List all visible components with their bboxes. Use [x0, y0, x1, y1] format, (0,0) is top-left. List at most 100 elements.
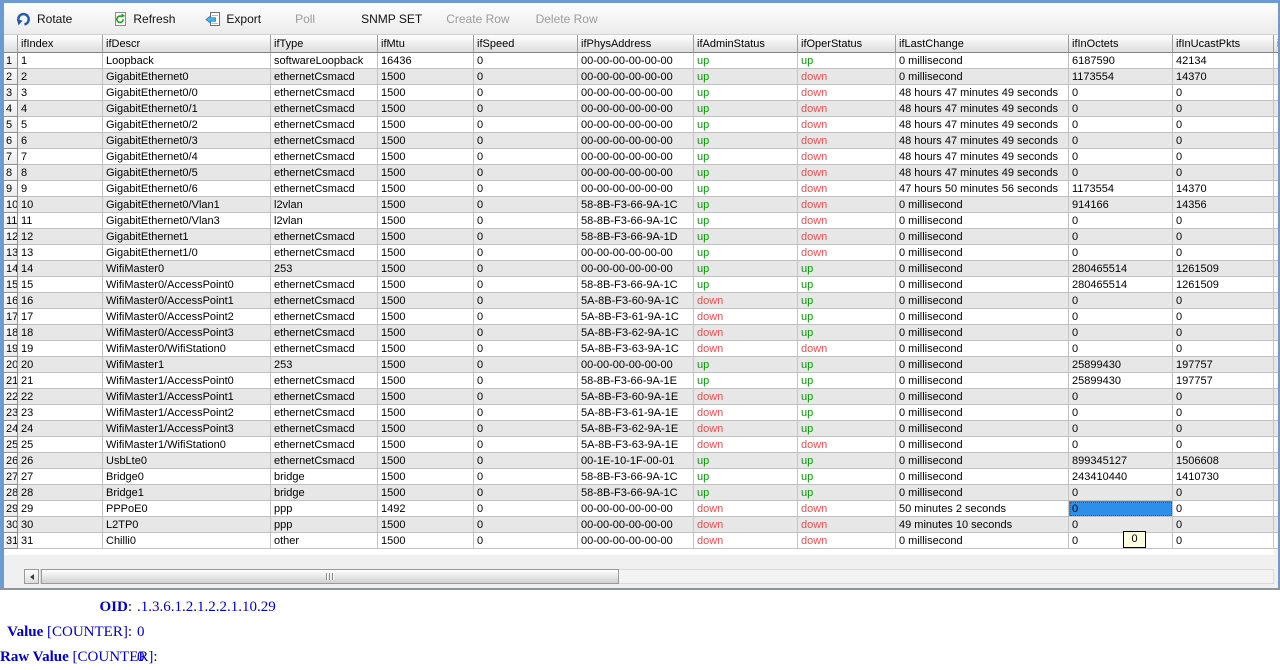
cell-ifInUcastPkts[interactable]: 0: [1173, 389, 1274, 405]
cell-ifType[interactable]: ethernetCsmacd: [271, 293, 378, 309]
cell-ifMtu[interactable]: 1500: [378, 533, 474, 549]
cell-ifIndex[interactable]: 17: [18, 309, 103, 325]
cell-ifDescr[interactable]: WifiMaster0/AccessPoint2: [103, 309, 271, 325]
cell-ifSpeed[interactable]: 0: [474, 501, 578, 517]
row-number-cell[interactable]: 29: [4, 501, 18, 517]
cell-ifLastChange[interactable]: 48 hours 47 minutes 49 seconds: [896, 133, 1069, 149]
cell-ifType[interactable]: ethernetCsmacd: [271, 69, 378, 85]
cell-ifInOctets[interactable]: 25899430: [1069, 357, 1173, 373]
cell-ifDescr[interactable]: GigabitEthernet0/Vlan1: [103, 197, 271, 213]
cell-ifSpeed[interactable]: 0: [474, 245, 578, 261]
cell-ifInOctets[interactable]: 0: [1069, 213, 1173, 229]
cell-ifPhysAddress[interactable]: 5A-8B-F3-60-9A-1E: [578, 389, 694, 405]
cell-ifLastChange[interactable]: 48 hours 47 minutes 49 seconds: [896, 165, 1069, 181]
cell-ifOperStatus[interactable]: up: [798, 261, 896, 277]
horizontal-scrollbar[interactable]: [24, 569, 1274, 584]
cell-col13[interactable]: [1274, 469, 1278, 485]
cell-ifInOctets[interactable]: 1173554: [1069, 181, 1173, 197]
cell-ifIndex[interactable]: 18: [18, 325, 103, 341]
row-number-cell[interactable]: 31: [4, 533, 18, 549]
cell-ifInUcastPkts[interactable]: 0: [1173, 485, 1274, 501]
cell-ifInUcastPkts[interactable]: 197757: [1173, 357, 1274, 373]
cell-ifType[interactable]: ethernetCsmacd: [271, 85, 378, 101]
cell-ifMtu[interactable]: 1500: [378, 245, 474, 261]
cell-ifPhysAddress[interactable]: 5A-8B-F3-62-9A-1C: [578, 325, 694, 341]
cell-ifPhysAddress[interactable]: 58-8B-F3-66-9A-1C: [578, 197, 694, 213]
cell-ifInOctets[interactable]: 0: [1069, 485, 1173, 501]
cell-ifOperStatus[interactable]: down: [798, 533, 896, 549]
cell-ifMtu[interactable]: 1500: [378, 517, 474, 533]
row-number-cell[interactable]: 24: [4, 421, 18, 437]
cell-col13[interactable]: [1274, 357, 1278, 373]
cell-ifMtu[interactable]: 1492: [378, 501, 474, 517]
cell-ifMtu[interactable]: 1500: [378, 101, 474, 117]
row-number-cell[interactable]: 2: [4, 69, 18, 85]
cell-col13[interactable]: [1274, 261, 1278, 277]
row-number-cell[interactable]: 4: [4, 101, 18, 117]
cell-ifInOctets[interactable]: 0: [1069, 117, 1173, 133]
cell-ifIndex[interactable]: 9: [18, 181, 103, 197]
cell-ifMtu[interactable]: 1500: [378, 261, 474, 277]
cell-ifInUcastPkts[interactable]: 0: [1173, 133, 1274, 149]
col-header-ifLastChange[interactable]: ifLastChange: [896, 35, 1069, 53]
cell-ifPhysAddress[interactable]: 00-00-00-00-00-00: [578, 517, 694, 533]
cell-ifSpeed[interactable]: 0: [474, 85, 578, 101]
cell-ifSpeed[interactable]: 0: [474, 421, 578, 437]
cell-ifType[interactable]: ethernetCsmacd: [271, 149, 378, 165]
col-header-ifPhysAddress[interactable]: ifPhysAddress: [578, 35, 694, 53]
cell-ifLastChange[interactable]: 0 millisecond: [896, 453, 1069, 469]
cell-ifOperStatus[interactable]: up: [798, 325, 896, 341]
cell-ifDescr[interactable]: GigabitEthernet0/5: [103, 165, 271, 181]
row-number-cell[interactable]: 7: [4, 149, 18, 165]
cell-ifInUcastPkts[interactable]: 42134: [1173, 53, 1274, 69]
cell-ifInOctets[interactable]: 0: [1069, 245, 1173, 261]
cell-ifInUcastPkts[interactable]: 0: [1173, 405, 1274, 421]
cell-ifIndex[interactable]: 8: [18, 165, 103, 181]
cell-ifPhysAddress[interactable]: 00-00-00-00-00-00: [578, 117, 694, 133]
cell-ifDescr[interactable]: GigabitEthernet0/2: [103, 117, 271, 133]
cell-ifAdminStatus[interactable]: up: [694, 357, 798, 373]
cell-ifLastChange[interactable]: 0 millisecond: [896, 69, 1069, 85]
cell-ifIndex[interactable]: 25: [18, 437, 103, 453]
cell-ifDescr[interactable]: Bridge1: [103, 485, 271, 501]
cell-ifSpeed[interactable]: 0: [474, 405, 578, 421]
cell-ifType[interactable]: 253: [271, 261, 378, 277]
cell-ifInOctets[interactable]: 0: [1069, 229, 1173, 245]
toolbar-button-rotate[interactable]: Rotate: [16, 11, 72, 27]
cell-ifType[interactable]: l2vlan: [271, 197, 378, 213]
cell-ifMtu[interactable]: 1500: [378, 309, 474, 325]
cell-ifInUcastPkts[interactable]: 0: [1173, 533, 1274, 549]
cell-ifDescr[interactable]: WifiMaster1/AccessPoint0: [103, 373, 271, 389]
cell-ifSpeed[interactable]: 0: [474, 341, 578, 357]
cell-ifMtu[interactable]: 1500: [378, 405, 474, 421]
cell-ifSpeed[interactable]: 0: [474, 53, 578, 69]
cell-ifInUcastPkts[interactable]: 0: [1173, 117, 1274, 133]
cell-ifDescr[interactable]: Loopback: [103, 53, 271, 69]
cell-ifInOctets[interactable]: 280465514: [1069, 261, 1173, 277]
cell-col13[interactable]: [1274, 245, 1278, 261]
cell-col13[interactable]: [1274, 405, 1278, 421]
cell-ifPhysAddress[interactable]: 00-00-00-00-00-00: [578, 149, 694, 165]
cell-ifOperStatus[interactable]: down: [798, 165, 896, 181]
cell-ifDescr[interactable]: Chilli0: [103, 533, 271, 549]
cell-ifMtu[interactable]: 1500: [378, 341, 474, 357]
cell-ifInUcastPkts[interactable]: 0: [1173, 165, 1274, 181]
toolbar-button-create-row[interactable]: Create Row: [446, 12, 509, 26]
cell-ifType[interactable]: ethernetCsmacd: [271, 325, 378, 341]
cell-col13[interactable]: [1274, 325, 1278, 341]
cell-ifInUcastPkts[interactable]: 1261509: [1173, 277, 1274, 293]
cell-ifIndex[interactable]: 30: [18, 517, 103, 533]
cell-ifInUcastPkts[interactable]: 0: [1173, 501, 1274, 517]
cell-ifSpeed[interactable]: 0: [474, 485, 578, 501]
cell-ifDescr[interactable]: UsbLte0: [103, 453, 271, 469]
cell-col13[interactable]: [1274, 501, 1278, 517]
cell-ifSpeed[interactable]: 0: [474, 517, 578, 533]
cell-ifOperStatus[interactable]: down: [798, 501, 896, 517]
col-header-ifInUcastPkts[interactable]: ifInUcastPkts: [1173, 35, 1274, 53]
cell-col13[interactable]: [1274, 133, 1278, 149]
cell-ifInUcastPkts[interactable]: 1261509: [1173, 261, 1274, 277]
cell-col13[interactable]: [1274, 197, 1278, 213]
cell-col13[interactable]: [1274, 437, 1278, 453]
cell-ifDescr[interactable]: L2TP0: [103, 517, 271, 533]
cell-col13[interactable]: [1274, 453, 1278, 469]
